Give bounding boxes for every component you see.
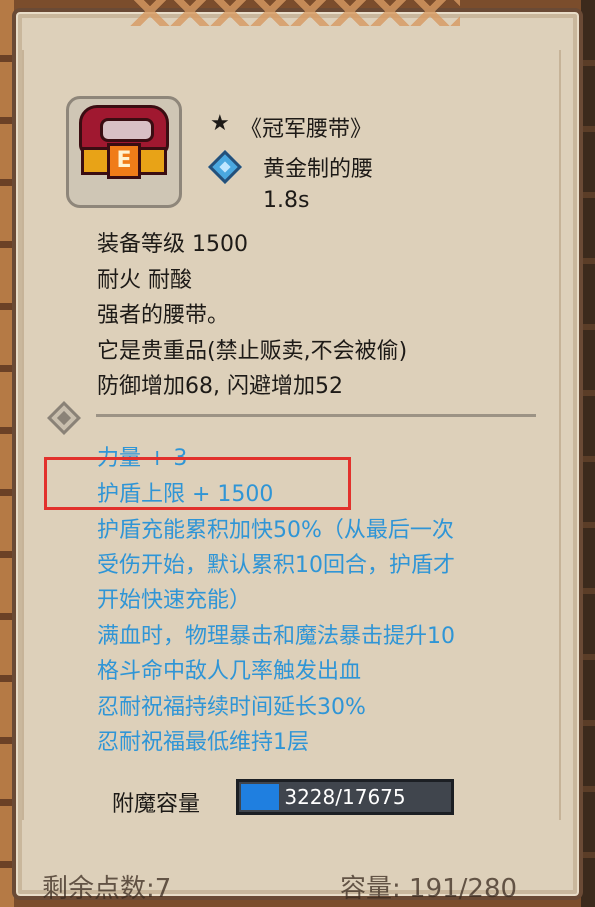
capacity-label: 附魔容量 <box>112 792 201 817</box>
item-valuable-note: 它是贵重品(禁止贩卖,不会被偷) <box>97 339 408 364</box>
item-level: 装备等级 1500 <box>97 232 248 257</box>
enchant-line: 护盾充能累积加快50%（从最后一次 <box>97 518 454 543</box>
enchant-line: 受伤开始，默认累积10回合，护盾才 <box>97 553 455 578</box>
item-duration: 1.8s <box>263 188 310 213</box>
capacity-bar: 3228/17675 <box>236 779 454 815</box>
star-icon: ★ <box>210 111 230 136</box>
item-name: 《冠军腰带》 <box>240 117 373 142</box>
top-ornament <box>130 0 460 26</box>
separator-line <box>96 414 536 417</box>
belt-icon: E <box>66 96 182 208</box>
enchant-line: 格斗命中敌人几率触发出血 <box>97 659 362 684</box>
item-stats: 防御增加68, 闪避增加52 <box>97 374 343 399</box>
footer-capacity: 容量: 191/280 <box>340 874 518 904</box>
item-detail-window: E ★ 《冠军腰带》 黄金制的腰 1.8s 装备等级 1500 耐火 耐酸 强者… <box>0 0 595 907</box>
item-description: 强者的腰带。 <box>97 303 230 328</box>
remaining-points: 剩余点数:7 <box>42 874 172 904</box>
enchant-line: 忍耐祝福持续时间延长30% <box>97 695 366 720</box>
enchant-line: 忍耐祝福最低维持1层 <box>97 730 309 755</box>
right-frame-border <box>581 0 595 907</box>
capacity-value: 3228/17675 <box>284 785 406 809</box>
enchant-line: 满血时，物理暴击和魔法暴击提升10 <box>97 624 455 649</box>
highlight-box <box>44 457 351 510</box>
item-material: 黄金制的腰 <box>263 157 374 182</box>
item-resistances: 耐火 耐酸 <box>97 268 192 293</box>
enchant-line: 开始快速充能） <box>97 588 252 613</box>
belt-buckle: E <box>107 143 141 179</box>
